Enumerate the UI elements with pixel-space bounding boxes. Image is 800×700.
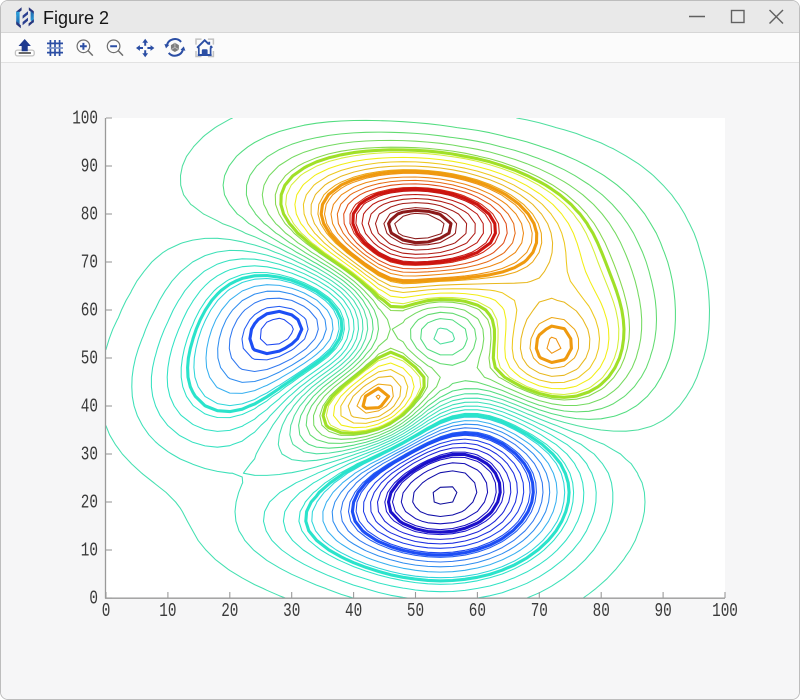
svg-text:20: 20 — [81, 492, 98, 514]
svg-text:80: 80 — [81, 204, 98, 226]
svg-text:90: 90 — [655, 600, 672, 622]
svg-text:20: 20 — [221, 600, 238, 622]
svg-text:100: 100 — [72, 108, 98, 130]
svg-text:60: 60 — [81, 300, 98, 322]
svg-text:80: 80 — [593, 600, 610, 622]
svg-text:60: 60 — [469, 600, 486, 622]
svg-text:30: 30 — [81, 444, 98, 466]
svg-text:70: 70 — [531, 600, 548, 622]
svg-text:90: 90 — [81, 156, 98, 178]
svg-text:10: 10 — [159, 600, 176, 622]
svg-text:30: 30 — [283, 600, 300, 622]
svg-text:50: 50 — [407, 600, 424, 622]
svg-text:50: 50 — [81, 348, 98, 370]
svg-text:0: 0 — [102, 600, 111, 622]
svg-text:100: 100 — [712, 600, 738, 622]
svg-text:10: 10 — [81, 540, 98, 562]
svg-text:40: 40 — [81, 396, 98, 418]
svg-text:70: 70 — [81, 252, 98, 274]
svg-text:0: 0 — [89, 588, 98, 610]
svg-text:40: 40 — [345, 600, 362, 622]
svg-text:Figure 2: Figure 2 — [43, 8, 109, 28]
